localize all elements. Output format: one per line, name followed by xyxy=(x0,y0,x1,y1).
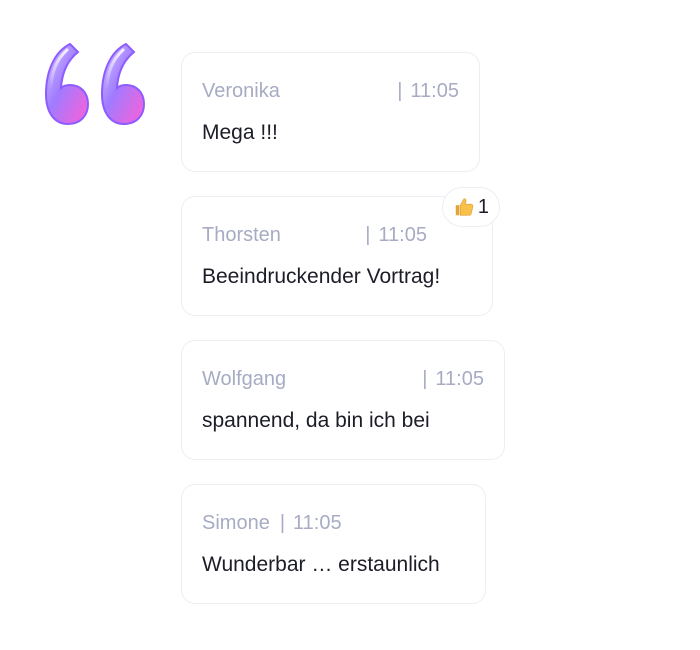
message-text: Beeindruckender Vortrag! xyxy=(202,265,441,288)
message-time: 11:05 xyxy=(397,79,459,103)
message-meta: Thorsten 11:05 xyxy=(202,223,472,247)
message-meta: Veronika 11:05 xyxy=(202,79,459,103)
message-text: Mega !!! xyxy=(202,121,278,144)
message-author: Veronika xyxy=(202,80,280,102)
chat-message[interactable]: Simone 11:05 Wunderbar … erstaunlich xyxy=(181,484,486,604)
chat-message[interactable]: Thorsten 11:05 Beeindruckender Vortrag! … xyxy=(181,187,500,316)
reaction-badge[interactable]: 1 xyxy=(441,187,500,227)
message-author: Wolfgang xyxy=(202,368,287,390)
message-time: 11:05 xyxy=(422,367,484,391)
reaction-count: 1 xyxy=(477,195,489,218)
message-text: spannend, da bin ich bei xyxy=(202,409,430,432)
message-author: Simone xyxy=(202,512,270,534)
message-text: Wunderbar … erstaunlich xyxy=(202,553,440,576)
message-meta: Simone 11:05 xyxy=(202,511,465,535)
message-meta: Wolfgang 11:05 xyxy=(202,367,484,391)
chat-message[interactable]: Veronika 11:05 Mega !!! xyxy=(181,52,480,172)
quote-right-glyph xyxy=(100,42,146,126)
message-time: 11:05 xyxy=(365,223,427,247)
message-time: 11:05 xyxy=(280,511,342,535)
message-author: Thorsten xyxy=(202,224,281,246)
quote-left-glyph xyxy=(44,42,90,126)
chat-message[interactable]: Wolfgang 11:05 spannend, da bin ich bei xyxy=(181,340,505,460)
thumbs-up-icon xyxy=(455,198,474,216)
double-quote-mark-icon xyxy=(44,42,146,126)
chat-page: { "decoration": { "quote_icon": "double-… xyxy=(0,0,700,650)
